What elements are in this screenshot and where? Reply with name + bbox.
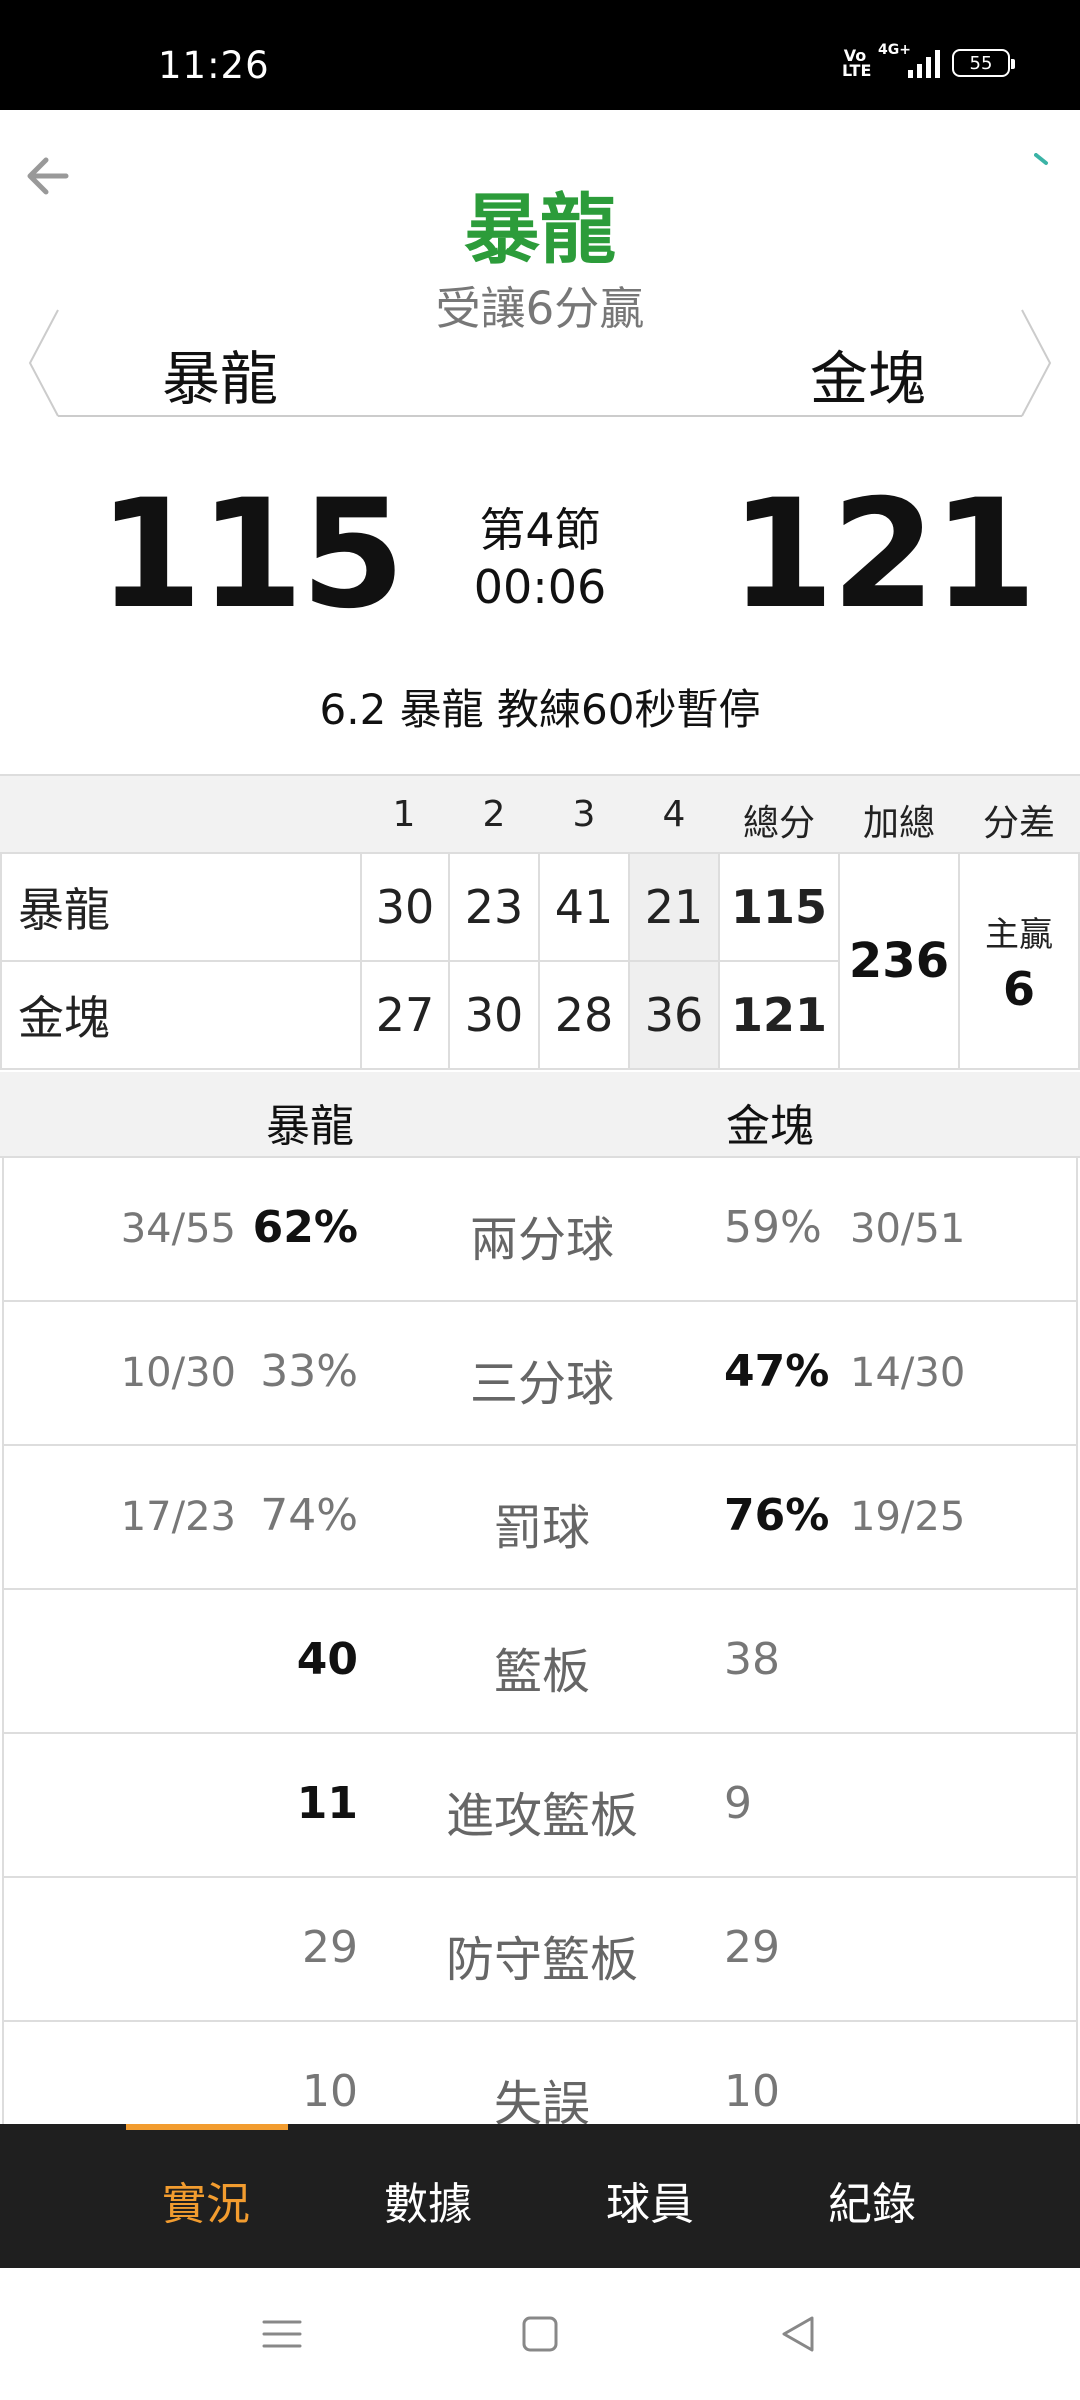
stat-row-rebounds: 40 籃板 38 (2, 1590, 1078, 1734)
page-title: 暴龍 (464, 185, 616, 274)
home-made-attempted: 10/30 (120, 1350, 236, 1396)
comparison-header: 暴龍 金塊 (0, 1072, 1080, 1158)
header-q1: 1 (392, 794, 416, 835)
home-icon[interactable] (516, 2310, 564, 2358)
row-q4: 36 (630, 962, 720, 1070)
stat-label: 失誤 (493, 2076, 590, 2124)
stat-label: 罰球 (493, 1500, 590, 1556)
signal-icon: 4G+ (878, 42, 940, 78)
stat-row-three-pointers: 10/30 33% 三分球 47% 14/30 (2, 1302, 1078, 1446)
row-q2: 30 (450, 962, 540, 1070)
stat-row-defensive-rebounds: 29 防守籃板 29 (2, 1878, 1078, 2022)
row-q2: 23 (450, 854, 540, 962)
stat-label: 防守籃板 (445, 1932, 638, 1988)
row-q1: 30 (362, 854, 450, 962)
row-q3: 28 (540, 962, 630, 1070)
network-type: 4G+ (878, 42, 911, 58)
row-q1: 27 (362, 962, 450, 1070)
away-made-attempted: 14/30 (850, 1350, 966, 1396)
matchup-home-team: 暴龍 (162, 345, 279, 413)
away-stat-value: 38 (724, 1634, 780, 1685)
tab-records[interactable]: 紀錄 (782, 2168, 962, 2232)
row-q4: 21 (630, 854, 720, 962)
bottom-tab-bar: 實況 數據 球員 紀錄 (0, 2124, 1080, 2268)
tab-players[interactable]: 球員 (560, 2168, 740, 2232)
header-q2: 2 (482, 794, 506, 835)
row-q3: 41 (540, 854, 630, 962)
battery-level: 55 (969, 52, 993, 74)
stat-label: 三分球 (469, 1356, 614, 1412)
away-stat-value: 10 (724, 2066, 780, 2117)
away-stat-value: 9 (724, 1778, 752, 1829)
menu-icon[interactable] (258, 2310, 306, 2358)
away-made-attempted: 19/25 (850, 1494, 966, 1540)
combined-total: 236 (840, 854, 960, 1070)
away-stat-value: 76% (724, 1490, 830, 1541)
comparison-away-team: 金塊 (726, 1101, 814, 1152)
matchup-away-team: 金塊 (809, 345, 926, 413)
row-total: 121 (720, 962, 840, 1070)
quarter-table-header: 1 2 3 4 總分 加總 分差 (0, 774, 1080, 854)
away-stat-value: 47% (724, 1346, 830, 1397)
away-made-attempted: 30/51 (850, 1206, 966, 1252)
stat-row-free-throws: 17/23 74% 罰球 76% 19/25 (2, 1446, 1078, 1590)
volte-icon: Vo LTE (842, 46, 872, 80)
active-tab-indicator (126, 2124, 288, 2130)
row-team-name: 金塊 (0, 962, 362, 1070)
away-stat-value: 29 (724, 1922, 780, 1973)
header-q3: 3 (572, 794, 596, 835)
stat-label: 兩分球 (469, 1212, 614, 1268)
home-made-attempted: 34/55 (120, 1206, 236, 1252)
stat-label: 籃板 (493, 1644, 590, 1700)
stat-row-offensive-rebounds: 11 進攻籃板 9 (2, 1734, 1078, 1878)
header-sum: 加總 (862, 803, 935, 844)
point-difference: 主贏 6 (960, 854, 1080, 1070)
home-made-attempted: 17/23 (120, 1494, 236, 1540)
stats-list: 34/55 62% 兩分球 59% 30/51 10/30 33% 三分球 47… (0, 1158, 1080, 2124)
comparison-home-team: 暴龍 (266, 1101, 354, 1152)
header-diff: 分差 (982, 803, 1055, 844)
stat-row-turnovers: 10 失誤 10 (2, 2022, 1078, 2124)
tab-stats[interactable]: 數據 (338, 2168, 518, 2232)
status-time: 11:26 (158, 44, 270, 87)
system-nav-bar (0, 2268, 1080, 2400)
tab-live[interactable]: 實況 (116, 2168, 296, 2232)
latest-event: 6.2 暴龍 教練60秒暫停 (319, 685, 761, 734)
back-icon[interactable] (774, 2310, 822, 2358)
header-q4: 4 (662, 794, 686, 835)
row-team-name: 暴龍 (0, 854, 362, 962)
battery-icon: 55 (952, 49, 1015, 77)
status-icons: Vo LTE 4G+ 55 (842, 42, 1015, 80)
loading-indicator-icon (1034, 152, 1050, 166)
quarter-score-table: 1 2 3 4 總分 加總 分差 暴龍 30 23 41 21 115 金塊 2… (0, 774, 1080, 1070)
status-bar: 11:26 Vo LTE 4G+ 55 (0, 0, 1080, 110)
stat-row-two-pointers: 34/55 62% 兩分球 59% 30/51 (2, 1158, 1078, 1302)
matchup-banner: 暴龍 金塊 (28, 308, 1052, 418)
row-total: 115 (720, 854, 840, 962)
diff-value: 6 (1002, 961, 1035, 1016)
away-score: 121 (730, 468, 1037, 642)
stat-label: 進攻籃板 (445, 1788, 638, 1844)
header-total: 總分 (742, 803, 815, 844)
away-stat-value: 59% (724, 1202, 822, 1253)
diff-label: 主贏 (985, 914, 1053, 955)
